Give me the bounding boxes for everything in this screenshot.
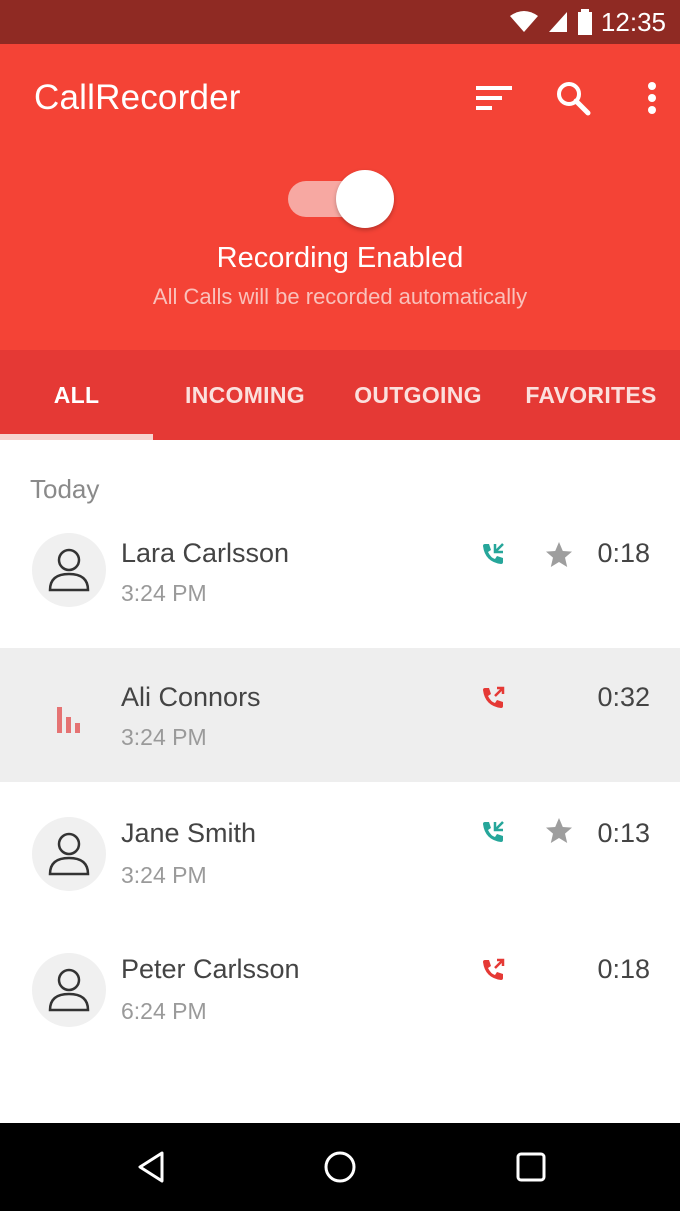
- more-vert-icon[interactable]: [640, 78, 664, 118]
- status-time: 12:35: [600, 6, 666, 37]
- outgoing-call-icon: [483, 686, 505, 708]
- navigation-bar: [0, 1123, 680, 1211]
- tab-bar: ALL INCOMING OUTGOING FAVORITES: [0, 350, 680, 440]
- call-row[interactable]: Peter Carlsson 6:24 PM 0:18: [0, 920, 680, 1054]
- person-icon: [48, 968, 90, 1012]
- call-duration: 0:18: [597, 954, 650, 984]
- battery-icon: [577, 9, 592, 35]
- status-bar: 12:35: [0, 0, 680, 44]
- star-icon[interactable]: [544, 816, 574, 846]
- avatar: [32, 953, 106, 1027]
- search-icon[interactable]: [553, 78, 593, 118]
- avatar: [32, 678, 106, 752]
- playing-equalizer-icon: [57, 707, 80, 733]
- tab-indicator: [0, 434, 153, 440]
- sort-icon[interactable]: [474, 78, 514, 118]
- contact-name: Lara Carlsson: [121, 538, 290, 568]
- contact-name: Jane Smith: [121, 818, 257, 848]
- app-header: CallRecorder Recording Enabled All Calls…: [0, 44, 680, 440]
- call-time: 3:24 PM: [121, 862, 207, 888]
- call-time: 6:24 PM: [121, 998, 207, 1024]
- call-duration: 0:13: [597, 818, 650, 848]
- wifi-icon: [509, 11, 538, 32]
- person-icon: [48, 832, 90, 876]
- avatar: [32, 533, 106, 607]
- recording-toggle[interactable]: [288, 170, 394, 228]
- call-row[interactable]: Jane Smith 3:24 PM 0:13: [0, 784, 680, 918]
- recents-icon[interactable]: [515, 1149, 547, 1185]
- call-time: 3:24 PM: [121, 724, 207, 750]
- call-time: 3:24 PM: [121, 580, 207, 606]
- star-icon[interactable]: [544, 540, 574, 570]
- signal-icon: [548, 12, 567, 32]
- call-duration: 0:18: [597, 538, 650, 568]
- tab-outgoing[interactable]: OUTGOING: [342, 350, 494, 440]
- tab-incoming[interactable]: INCOMING: [164, 350, 326, 440]
- home-icon[interactable]: [322, 1149, 358, 1185]
- contact-name: Ali Connors: [121, 682, 261, 712]
- call-duration: 0:32: [597, 682, 650, 712]
- person-icon: [48, 548, 90, 592]
- tab-favorites[interactable]: FAVORITES: [512, 350, 670, 440]
- back-icon[interactable]: [134, 1149, 168, 1185]
- contact-name: Peter Carlsson: [121, 954, 300, 984]
- recording-status-title: Recording Enabled: [216, 242, 464, 274]
- call-row[interactable]: Lara Carlsson 3:24 PM 0:18: [0, 500, 680, 634]
- recording-status-subtitle: All Calls will be recorded automatically: [152, 284, 528, 309]
- avatar: [32, 817, 106, 891]
- toggle-thumb: [336, 170, 394, 228]
- outgoing-call-icon: [483, 958, 505, 980]
- incoming-call-icon: [483, 821, 504, 842]
- call-row[interactable]: Ali Connors 3:24 PM 0:32: [0, 648, 680, 782]
- incoming-call-icon: [483, 543, 504, 564]
- app-title: CallRecorder: [34, 78, 241, 117]
- tab-all[interactable]: ALL: [0, 350, 153, 440]
